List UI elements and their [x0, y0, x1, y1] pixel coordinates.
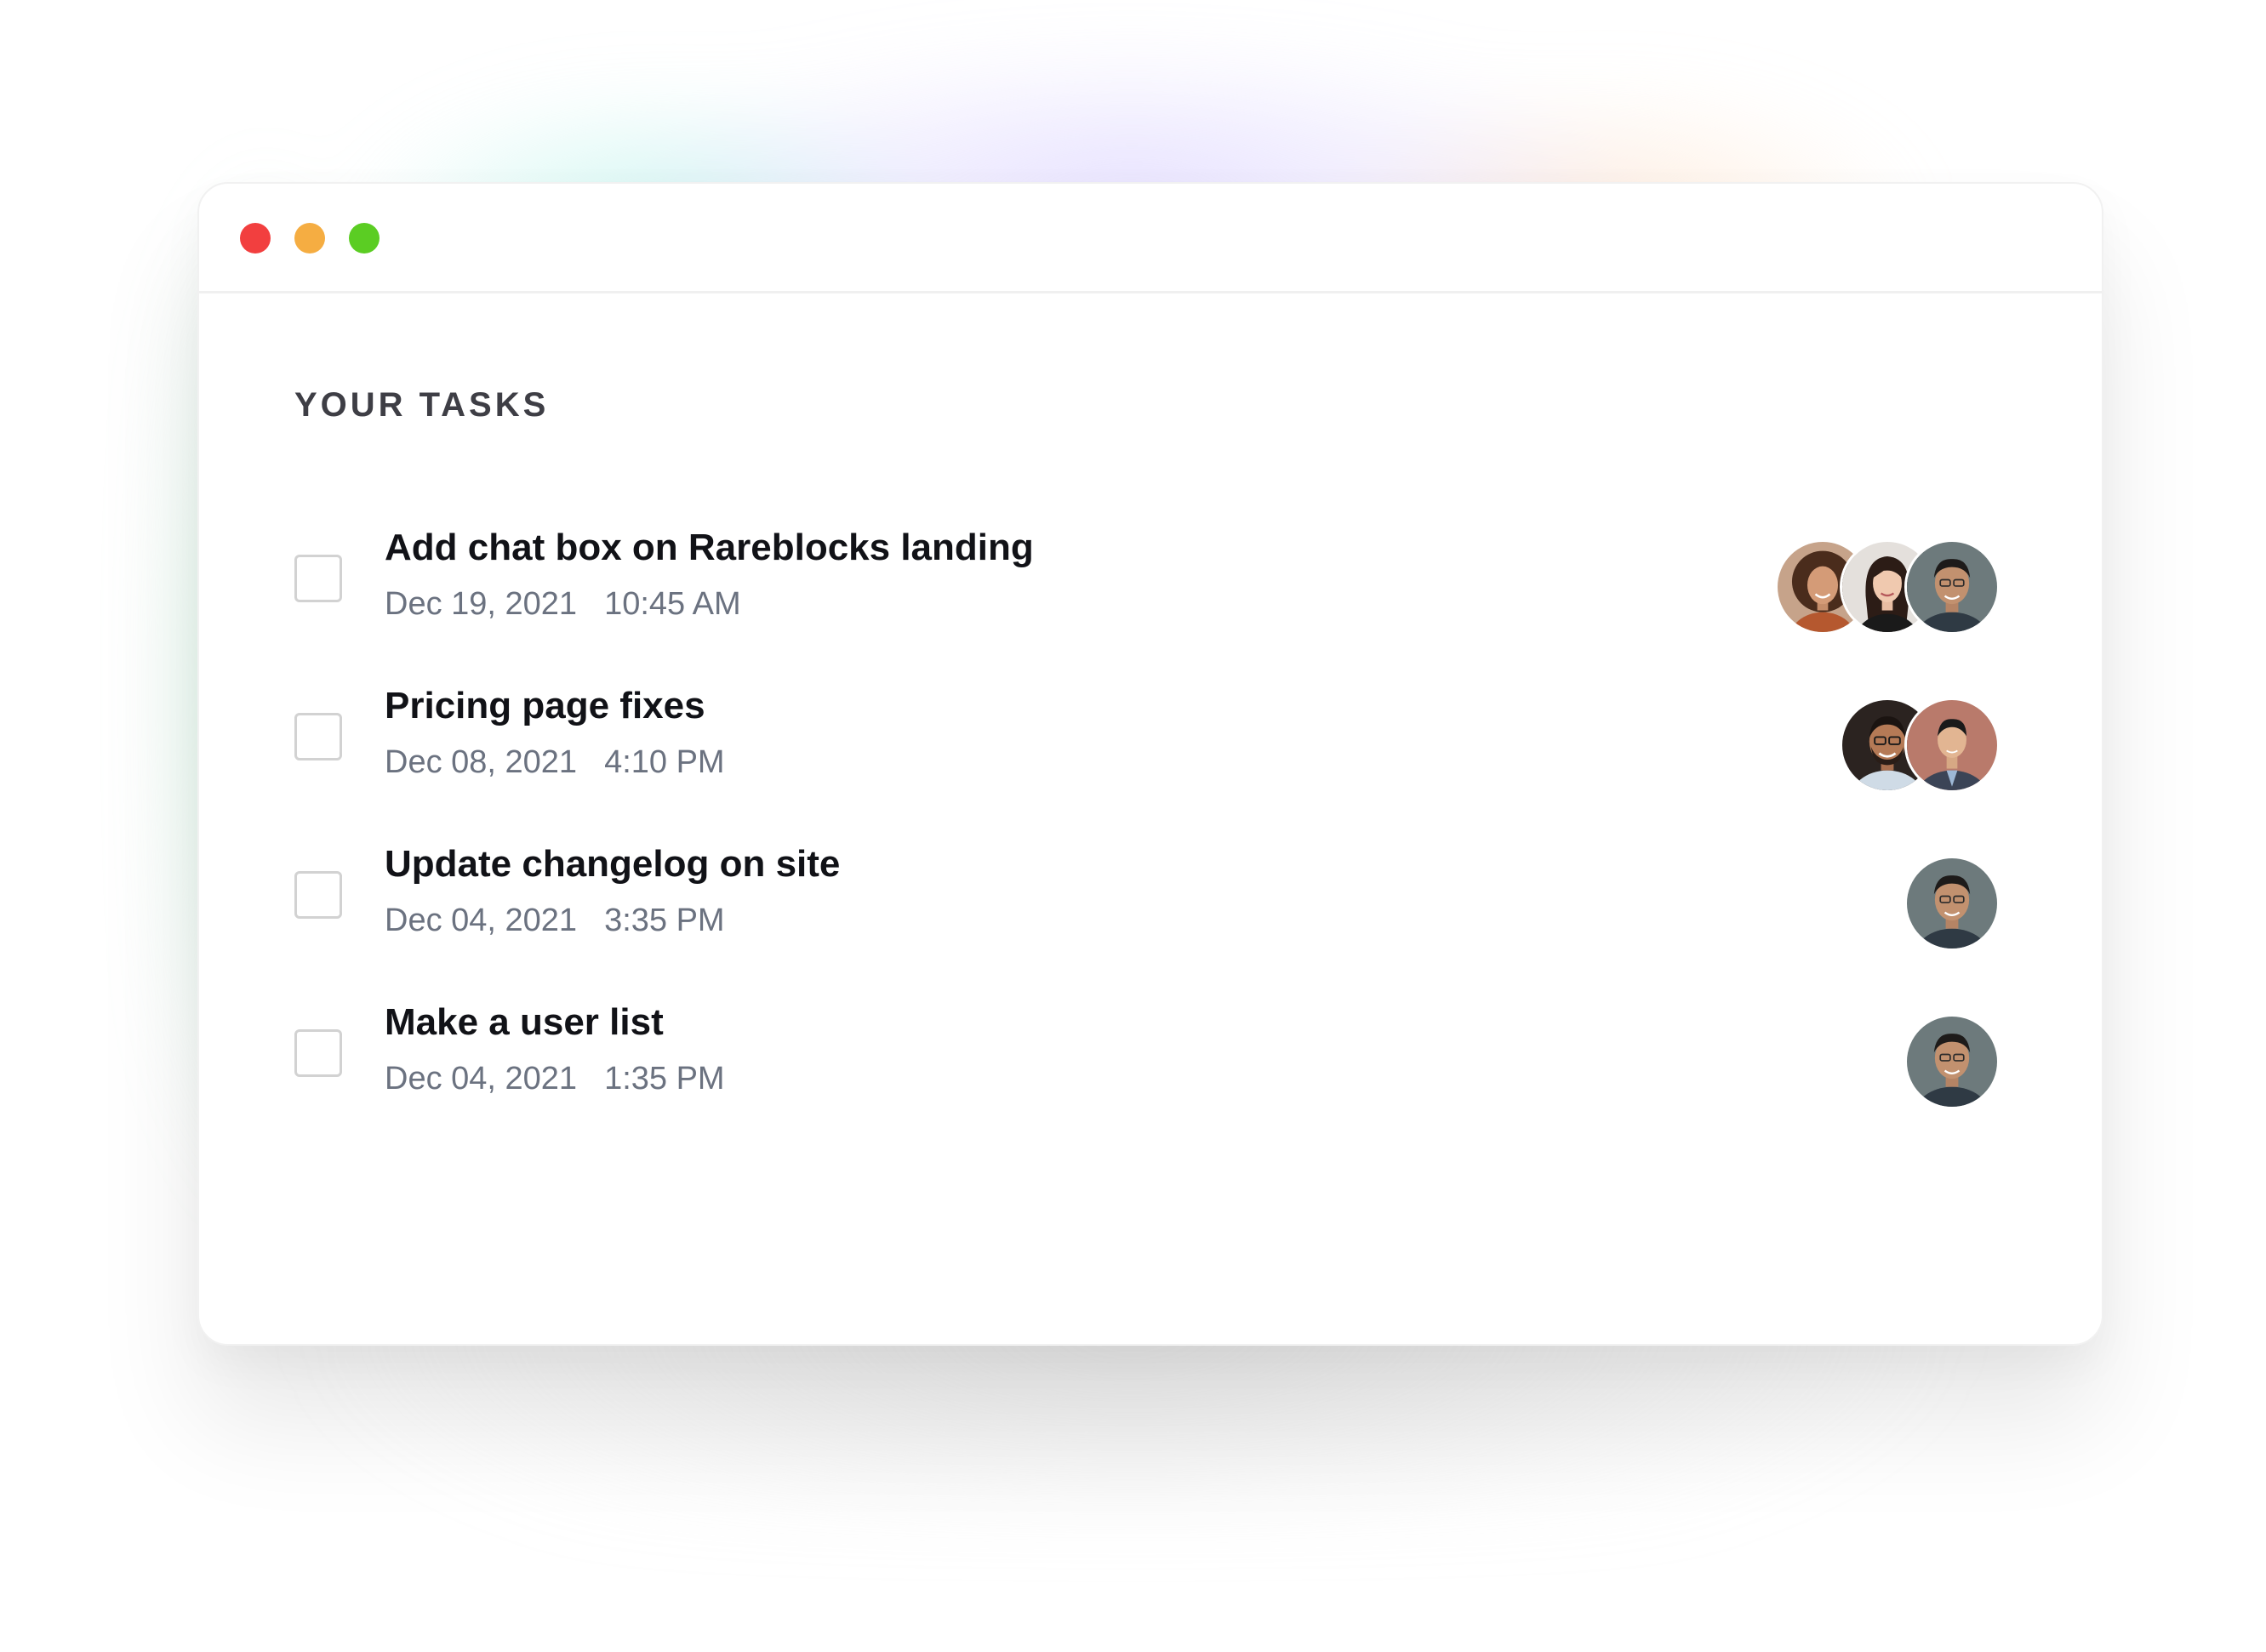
task-meta: Dec 19, 2021 10:45 AM	[385, 585, 741, 624]
task-checkbox[interactable]	[294, 871, 342, 919]
task-checkbox[interactable]	[294, 555, 342, 602]
task-time: 4:10 PM	[604, 744, 725, 780]
task-time: 1:35 PM	[604, 1061, 725, 1097]
task-title[interactable]: Make a user list	[385, 1000, 664, 1045]
assignee-avatars	[1904, 1014, 2000, 1109]
task-item: Add chat box on Rareblocks landing Dec 1…	[294, 526, 2000, 653]
minimize-window-dot[interactable]	[294, 223, 325, 253]
assignee-avatars	[1904, 856, 2000, 951]
avatar-man-suit[interactable]	[1904, 698, 2000, 793]
task-meta: Dec 08, 2021 4:10 PM	[385, 743, 725, 783]
task-date: Dec 08, 2021	[385, 744, 578, 780]
task-meta: Dec 04, 2021 3:35 PM	[385, 902, 725, 941]
task-checkbox[interactable]	[294, 1029, 342, 1077]
maximize-window-dot[interactable]	[349, 223, 380, 253]
task-time: 10:45 AM	[604, 586, 741, 622]
task-checkbox[interactable]	[294, 713, 342, 760]
assignee-avatars	[1775, 539, 2000, 635]
task-title[interactable]: Add chat box on Rareblocks landing	[385, 526, 1034, 571]
task-item: Update changelog on site Dec 04, 2021 3:3…	[294, 842, 2000, 970]
assignee-avatars	[1840, 698, 2000, 793]
task-item: Make a user list Dec 04, 2021 1:35 PM	[294, 1000, 2000, 1128]
close-window-dot[interactable]	[240, 223, 271, 253]
task-title[interactable]: Update changelog on site	[385, 842, 840, 887]
avatar-man-glasses[interactable]	[1904, 1014, 2000, 1109]
task-date: Dec 04, 2021	[385, 903, 578, 938]
task-item: Pricing page fixes Dec 08, 2021 4:10 PM	[294, 684, 2000, 812]
task-meta: Dec 04, 2021 1:35 PM	[385, 1060, 725, 1099]
task-date: Dec 19, 2021	[385, 586, 578, 622]
window-titlebar	[199, 184, 2102, 293]
avatar-man-glasses[interactable]	[1904, 539, 2000, 635]
task-time: 3:35 PM	[604, 903, 725, 938]
tasks-panel: YOUR TASKS Add chat box on Rareblocks la…	[294, 386, 2000, 1109]
task-date: Dec 04, 2021	[385, 1061, 578, 1097]
avatar-man-glasses[interactable]	[1904, 856, 2000, 951]
task-title[interactable]: Pricing page fixes	[385, 684, 705, 729]
app-window: YOUR TASKS Add chat box on Rareblocks la…	[197, 182, 2103, 1346]
page-title: YOUR TASKS	[294, 386, 550, 424]
